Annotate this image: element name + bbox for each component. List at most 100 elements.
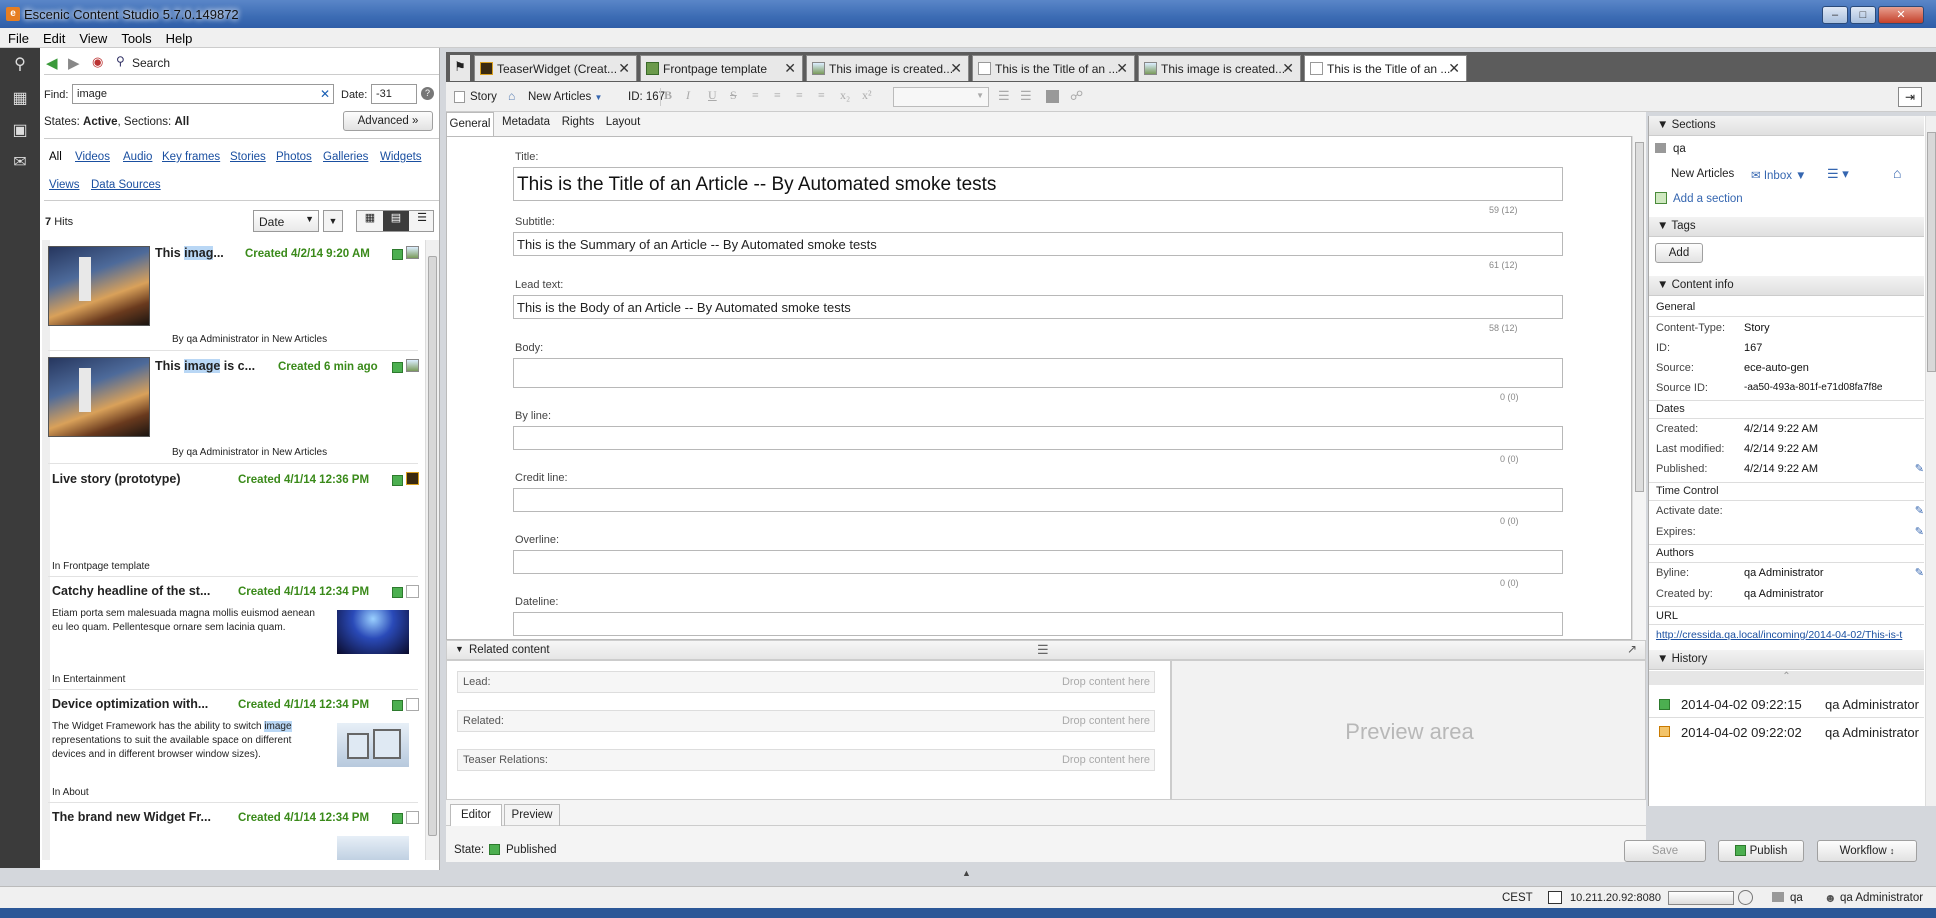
list-item[interactable]: This image is c... Created 6 min ago By … xyxy=(48,351,419,464)
sort-order-button[interactable]: ▼ xyxy=(323,210,343,232)
search-icon[interactable]: ⚲ xyxy=(10,54,30,74)
list-item[interactable]: This imag... Created 4/2/14 9:20 AM By q… xyxy=(48,240,419,351)
gc-button[interactable] xyxy=(1738,890,1753,905)
history-expand-icon[interactable]: ⌃ xyxy=(1649,671,1924,685)
tab-image-1[interactable]: This image is created... ✕ xyxy=(806,55,969,81)
close-tab-icon[interactable]: ✕ xyxy=(1116,60,1128,77)
filter-views[interactable]: Views xyxy=(49,179,79,191)
align-left-icon[interactable]: ≡ xyxy=(752,88,774,103)
tab-metadata[interactable]: Metadata xyxy=(496,116,556,128)
tab-preview[interactable]: Preview xyxy=(504,804,560,826)
teaser-relations-drop-zone[interactable]: Teaser Relations: Drop content here xyxy=(457,749,1155,771)
tags-header[interactable]: ▼ Tags xyxy=(1649,217,1924,237)
info-panel-scrollbar[interactable] xyxy=(1925,116,1936,806)
lead-text-field[interactable]: This is the Body of an Article -- By Aut… xyxy=(513,295,1563,319)
minimize-button[interactable]: – xyxy=(1822,6,1848,24)
edit-expires-pencil-icon[interactable]: ✎ xyxy=(1915,525,1924,538)
close-tab-icon[interactable]: ✕ xyxy=(618,60,630,77)
list-item[interactable]: Catchy headline of the st... Created 4/1… xyxy=(48,577,419,690)
dateline-field[interactable] xyxy=(513,612,1563,636)
menu-help[interactable]: Help xyxy=(158,28,199,46)
edit-byline-pencil-icon[interactable]: ✎ xyxy=(1915,566,1924,579)
history-row[interactable]: 2014-04-02 09:22:02 qa Administrator xyxy=(1649,718,1924,746)
tab-article-1[interactable]: This is the Title of an ... ✕ xyxy=(972,55,1135,81)
numbered-list-icon[interactable]: ☰ xyxy=(1020,88,1042,104)
tab-article-active[interactable]: This is the Title of an ... ✕ xyxy=(1304,55,1467,81)
find-input[interactable]: image ✕ xyxy=(72,84,334,104)
clipboard-icon[interactable]: ▣ xyxy=(10,120,30,140)
italic-icon[interactable]: I xyxy=(686,88,708,103)
exit-icon[interactable]: ⇥ xyxy=(1898,87,1922,107)
scrollbar-thumb[interactable] xyxy=(1927,132,1936,372)
save-button[interactable]: Save xyxy=(1624,840,1706,862)
filter-all[interactable]: All xyxy=(49,151,62,163)
article-url-link[interactable]: http://cressida.qa.local/incoming/2014-0… xyxy=(1656,629,1922,641)
menu-tools[interactable]: Tools xyxy=(113,28,157,46)
body-field[interactable] xyxy=(513,358,1563,388)
filter-videos[interactable]: Videos xyxy=(75,151,110,163)
inbox-dropdown[interactable]: ✉ Inbox ▼ xyxy=(1751,168,1807,182)
calendar-icon[interactable]: ▦ xyxy=(10,88,30,108)
bold-icon[interactable]: B xyxy=(664,88,686,103)
menu-edit[interactable]: Edit xyxy=(35,28,71,46)
related-drop-zone[interactable]: Related: Drop content here xyxy=(457,710,1155,732)
date-input[interactable]: -31 xyxy=(371,84,417,104)
list-item[interactable]: Device optimization with... Created 4/1/… xyxy=(48,690,419,803)
filter-photos[interactable]: Photos xyxy=(276,151,312,163)
add-section-link[interactable]: Add a section xyxy=(1673,193,1743,205)
edit-activate-date-pencil-icon[interactable]: ✎ xyxy=(1915,504,1924,517)
back-arrow-icon[interactable]: ◀ xyxy=(46,54,58,72)
close-window-button[interactable]: ✕ xyxy=(1878,6,1924,24)
lead-drop-zone[interactable]: Lead: Drop content here xyxy=(457,671,1155,693)
title-field[interactable]: This is the Title of an Article -- By Au… xyxy=(513,167,1563,201)
mail-icon[interactable]: ✉ xyxy=(10,152,30,172)
filter-widgets[interactable]: Widgets xyxy=(380,151,422,163)
search-nav-label[interactable]: Search xyxy=(132,56,170,70)
sort-select[interactable]: Date ▼ xyxy=(253,210,319,232)
overline-field[interactable] xyxy=(513,550,1563,574)
grid-view-icon[interactable]: ▦ xyxy=(357,211,383,231)
history-icon[interactable]: ◉ xyxy=(92,54,103,70)
style-select[interactable]: ▼ xyxy=(893,87,989,107)
align-right-icon[interactable]: ≡ xyxy=(796,88,818,103)
add-tag-button[interactable]: Add xyxy=(1655,243,1703,263)
scrollbar-thumb[interactable] xyxy=(428,256,437,836)
pin-icon[interactable]: ⚑ xyxy=(450,55,470,81)
underline-icon[interactable]: U xyxy=(708,88,730,103)
related-content-header[interactable]: ▼ Related content ☰ ↗ xyxy=(446,640,1646,660)
edit-published-pencil-icon[interactable]: ✎ xyxy=(1915,462,1924,475)
list-view-icon[interactable]: ☰ xyxy=(409,211,435,231)
scrollbar-thumb[interactable] xyxy=(1635,142,1644,492)
justify-icon[interactable]: ≡ xyxy=(818,88,840,103)
history-row[interactable]: 2014-04-02 09:22:15 qa Administrator xyxy=(1649,690,1924,718)
tab-teaser-widget[interactable]: TeaserWidget (Creat... ✕ xyxy=(474,55,637,81)
filter-key-frames[interactable]: Key frames xyxy=(162,151,220,163)
popout-icon[interactable]: ↗ xyxy=(1627,642,1637,656)
filter-data-sources[interactable]: Data Sources xyxy=(91,179,161,191)
section-dropdown[interactable]: New Articles ▼ xyxy=(528,91,602,103)
results-scrollbar[interactable] xyxy=(425,240,439,860)
link-icon[interactable]: ☍ xyxy=(1070,88,1083,104)
close-tab-icon[interactable]: ✕ xyxy=(950,60,962,77)
content-info-header[interactable]: ▼ Content info xyxy=(1649,276,1924,296)
superscript-icon[interactable]: x² xyxy=(862,88,884,103)
workflow-button[interactable]: Workflow ↕ xyxy=(1817,840,1917,862)
tab-frontpage-template[interactable]: Frontpage template ✕ xyxy=(640,55,803,81)
strikethrough-icon[interactable]: S xyxy=(730,88,752,103)
detail-view-icon[interactable]: ▤ xyxy=(383,211,409,231)
subscript-icon[interactable]: x₂ xyxy=(840,88,862,103)
filter-stories[interactable]: Stories xyxy=(230,151,266,163)
byline-field[interactable] xyxy=(513,426,1563,450)
filter-galleries[interactable]: Galleries xyxy=(323,151,368,163)
list-options-icon[interactable]: ☰ ▾ xyxy=(1827,166,1849,182)
menu-view[interactable]: View xyxy=(71,28,113,46)
forward-arrow-icon[interactable]: ▶ xyxy=(68,54,80,72)
list-item[interactable]: Live story (prototype) Created 4/1/14 12… xyxy=(48,464,419,577)
tab-general[interactable]: General xyxy=(446,112,494,136)
insert-box-icon[interactable] xyxy=(1046,90,1059,103)
clear-icon[interactable]: ✕ xyxy=(320,87,330,101)
bullet-list-icon[interactable]: ☰ xyxy=(998,88,1020,104)
tab-rights[interactable]: Rights xyxy=(558,116,598,128)
history-header[interactable]: ▼ History xyxy=(1649,650,1924,670)
tab-editor[interactable]: Editor xyxy=(450,804,502,826)
